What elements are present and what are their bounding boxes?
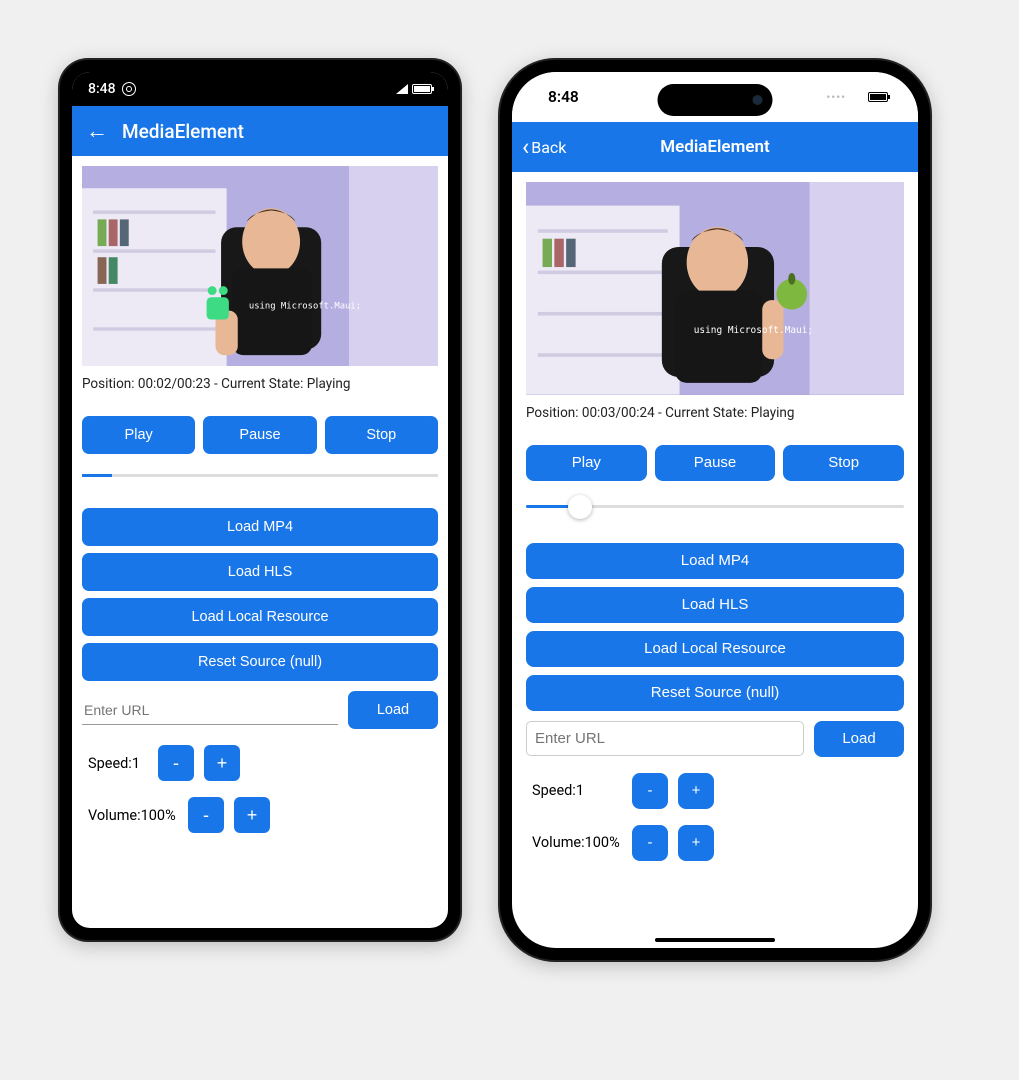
load-url-button[interactable]: Load [814,721,904,757]
position-slider[interactable] [526,493,904,521]
wifi-icon [378,84,392,94]
volume-minus-button[interactable]: - [632,825,668,861]
speed-plus-button[interactable]: + [678,773,714,809]
speed-minus-button[interactable]: - [632,773,668,809]
stop-button[interactable]: Stop [783,445,904,481]
home-indicator [195,919,325,923]
page-title: MediaElement [122,120,244,143]
shirt-text: using Microsoft.Maui; [249,301,361,311]
load-local-button[interactable]: Load Local Resource [82,598,438,636]
volume-control: Volume:100% - + [82,797,438,833]
url-input[interactable] [82,696,338,725]
playback-status: Position: 00:02/00:23 - Current State: P… [82,374,438,394]
playback-status: Position: 00:03/00:24 - Current State: P… [526,403,904,423]
ios-device: 8:48 •••• ‹ Back MediaElement [500,60,930,960]
camera-punch-hole [253,82,267,96]
gear-icon [122,82,136,96]
dynamic-island [658,84,773,116]
speed-control: Speed:1 - + [526,773,904,809]
app-bar: ‹ Back MediaElement [512,122,918,172]
home-indicator [655,938,775,942]
load-mp4-button[interactable]: Load MP4 [82,508,438,546]
play-button[interactable]: Play [526,445,647,481]
back-arrow-icon[interactable]: ← [86,118,108,144]
stop-button[interactable]: Stop [325,416,438,454]
pause-button[interactable]: Pause [203,416,316,454]
chevron-left-icon: ‹ [522,135,529,159]
video-player[interactable]: using Microsoft.Maui; [82,166,438,366]
position-slider[interactable] [82,468,438,482]
load-local-button[interactable]: Load Local Resource [526,631,904,667]
shirt-text: using Microsoft.Maui; [694,325,813,336]
signal-icon [396,84,408,94]
url-input[interactable] [526,721,804,756]
speed-control: Speed:1 - + [82,745,438,781]
pause-button[interactable]: Pause [655,445,776,481]
wifi-icon [850,92,864,102]
volume-control: Volume:100% - + [526,825,904,861]
battery-icon [868,92,888,102]
reset-source-button[interactable]: Reset Source (null) [526,675,904,711]
reset-source-button[interactable]: Reset Source (null) [82,643,438,681]
app-bar: ← MediaElement [72,106,448,156]
back-button[interactable]: ‹ Back [522,135,566,159]
status-time: 8:48 [88,81,116,97]
load-mp4-button[interactable]: Load MP4 [526,543,904,579]
battery-icon [412,84,432,94]
speed-plus-button[interactable]: + [204,745,240,781]
status-time: 8:48 [548,88,579,106]
volume-plus-button[interactable]: + [678,825,714,861]
load-url-button[interactable]: Load [348,691,438,729]
load-hls-button[interactable]: Load HLS [82,553,438,591]
page-title: MediaElement [660,137,769,157]
play-button[interactable]: Play [82,416,195,454]
load-hls-button[interactable]: Load HLS [526,587,904,623]
video-player[interactable]: using Microsoft.Maui; [526,182,904,395]
android-device: 8:48 ← MediaElement [60,60,460,940]
volume-plus-button[interactable]: + [234,797,270,833]
cellular-dots-icon: •••• [826,91,846,104]
volume-minus-button[interactable]: - [188,797,224,833]
speed-minus-button[interactable]: - [158,745,194,781]
